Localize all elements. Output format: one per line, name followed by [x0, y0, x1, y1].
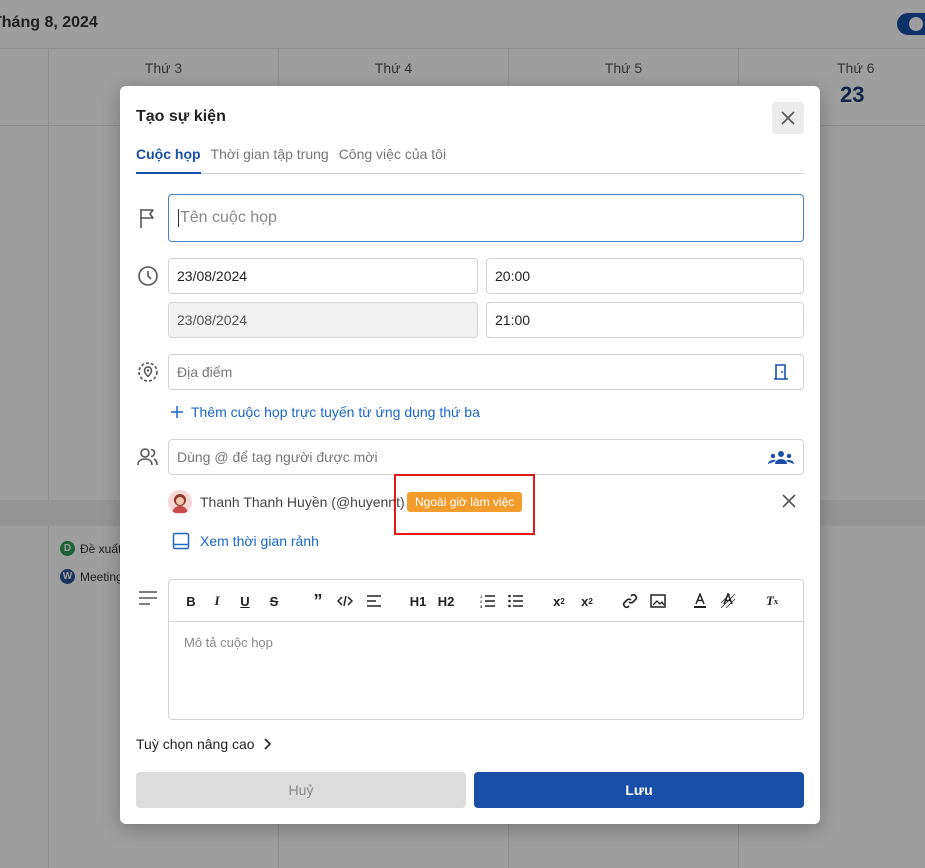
invite-input[interactable]: Dùng @ để tag người được mời [168, 439, 804, 475]
image-button[interactable] [649, 591, 667, 611]
font-color-button[interactable] [691, 591, 709, 611]
tab-focus-time[interactable]: Thời gian tập trung [211, 144, 329, 174]
create-event-dialog: Tạo sự kiện Cuộc họp Thời gian tập trung… [120, 86, 820, 824]
location-input[interactable]: Địa điểm [168, 354, 804, 390]
align-left-icon [367, 595, 381, 607]
blockquote-button[interactable]: ” [309, 591, 327, 611]
calendar-panel-icon [172, 532, 190, 550]
image-icon [650, 594, 666, 608]
start-time-field[interactable]: 20:00 [486, 258, 804, 294]
advanced-options-label: Tuỳ chọn nâng cao [136, 736, 255, 752]
view-free-time-link[interactable]: Xem thời gian rảnh [172, 532, 319, 550]
meeting-title-input[interactable]: Tên cuộc họp [168, 194, 804, 242]
view-free-time-label: Xem thời gian rảnh [200, 533, 319, 549]
save-button[interactable]: Lưu [474, 772, 804, 808]
description-editor: B I U S ” H1 H2 123 x2 x2 T x Mô tả cuộc… [168, 579, 804, 720]
code-button[interactable] [335, 591, 355, 611]
bullet-list-button[interactable] [507, 591, 525, 611]
avatar [168, 490, 192, 514]
description-textarea[interactable]: Mô tả cuộc họp [169, 622, 803, 663]
group-icon[interactable] [768, 449, 794, 470]
attendee-name: Thanh Thanh Huyền (@huyennt) [200, 494, 405, 510]
location-placeholder: Địa điểm [177, 364, 233, 380]
meeting-room-icon[interactable] [772, 363, 790, 386]
editor-toolbar: B I U S ” H1 H2 123 x2 x2 T x [169, 580, 803, 622]
link-button[interactable] [621, 591, 639, 611]
font-color-icon [694, 593, 706, 608]
svg-text:3: 3 [480, 604, 483, 608]
add-online-meeting-link[interactable]: Thêm cuộc họp trực tuyến từ ứng dụng thứ… [170, 404, 480, 420]
text-caret [178, 209, 179, 227]
cancel-button[interactable]: Huỷ [136, 772, 466, 808]
bold-button[interactable]: B [183, 591, 199, 611]
strikethrough-button[interactable]: S [265, 591, 283, 611]
flag-icon [136, 206, 160, 230]
underline-button[interactable]: U [237, 591, 253, 611]
italic-button[interactable]: I [209, 591, 225, 611]
heading-1-button[interactable]: H1 [407, 591, 429, 611]
tab-my-tasks[interactable]: Công việc của tôi [339, 144, 446, 174]
align-button[interactable] [365, 591, 383, 611]
invite-placeholder: Dùng @ để tag người được mời [177, 449, 378, 465]
close-icon [781, 111, 795, 125]
background-color-button[interactable] [719, 591, 737, 611]
link-icon [622, 593, 638, 609]
start-date-field[interactable]: 23/08/2024 [168, 258, 478, 294]
meeting-title-placeholder: Tên cuộc họp [180, 209, 277, 226]
background-color-icon [720, 593, 736, 609]
people-icon [136, 445, 160, 469]
clock-icon [136, 264, 160, 288]
plus-icon [171, 406, 183, 418]
remove-attendee-button[interactable] [782, 494, 796, 513]
add-online-meeting-label: Thêm cuộc họp trực tuyến từ ứng dụng thứ… [191, 404, 480, 420]
ordered-list-button[interactable]: 123 [479, 591, 497, 611]
description-icon [136, 586, 160, 610]
superscript-button[interactable]: x2 [577, 591, 597, 611]
chevron-right-icon [263, 738, 271, 750]
tab-meeting[interactable]: Cuộc họp [136, 144, 201, 174]
dialog-title: Tạo sự kiện [136, 108, 226, 125]
end-date-field: 23/08/2024 [168, 302, 478, 338]
bullet-list-icon [508, 594, 523, 608]
highlight-box [394, 474, 535, 535]
subscript-button[interactable]: x2 [549, 591, 569, 611]
location-pin-icon [136, 360, 160, 384]
close-icon [782, 494, 796, 508]
end-time-field[interactable]: 21:00 [486, 302, 804, 338]
attendee-item: Thanh Thanh Huyền (@huyennt) [168, 490, 405, 514]
code-icon [337, 595, 353, 607]
advanced-options-toggle[interactable]: Tuỳ chọn nâng cao [136, 736, 271, 752]
heading-2-button[interactable]: H2 [435, 591, 457, 611]
ordered-list-icon: 123 [480, 594, 495, 608]
close-button[interactable] [772, 102, 804, 134]
event-type-tabs: Cuộc họp Thời gian tập trung Công việc c… [136, 144, 804, 174]
clear-format-button[interactable]: Tx [763, 591, 781, 611]
